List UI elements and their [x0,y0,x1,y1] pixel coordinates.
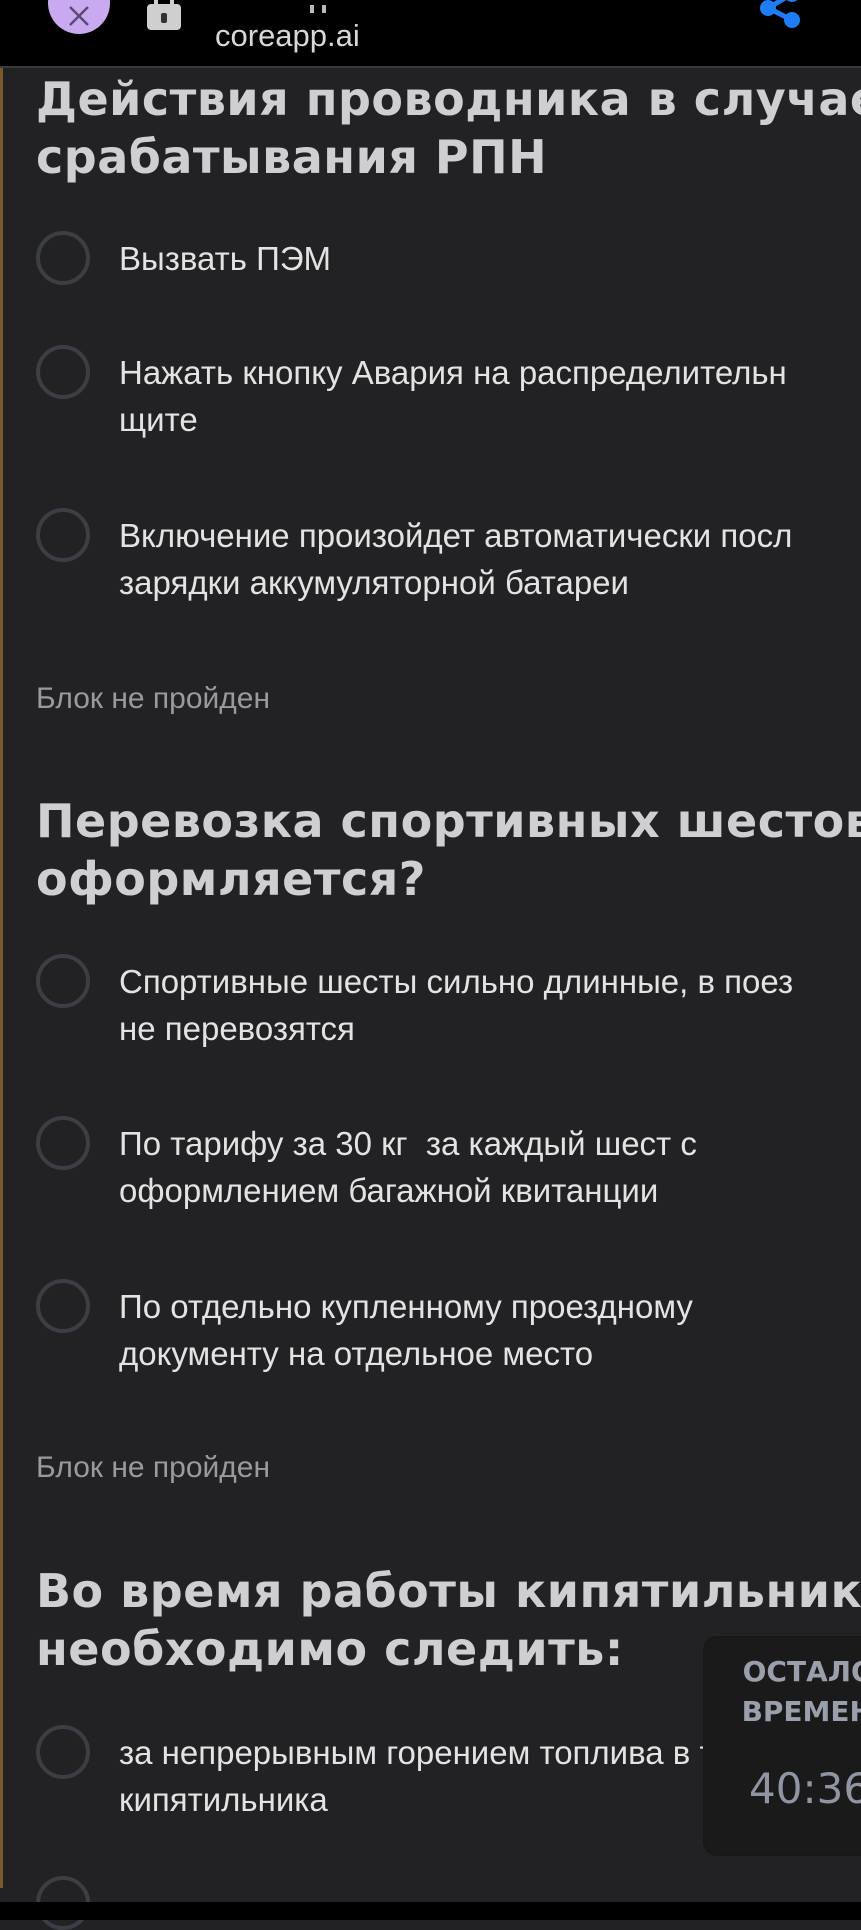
radio-button[interactable] [36,1279,90,1333]
question-title-line: срабатывания РПН [36,130,548,184]
radio-button[interactable] [36,1725,90,1779]
radio-button[interactable] [36,231,90,285]
url-text[interactable]: coreapp.ai [215,18,360,54]
lock-icon [147,0,181,30]
block-status: Блок не пройден [36,1451,271,1484]
close-button[interactable] [48,0,110,34]
browser-toolbar: coreapp.ai [0,0,861,68]
answer-option-text: Вызвать ПЭМ [119,240,332,277]
radio-button[interactable] [36,954,90,1008]
answer-option-text: По отдельно купленному проездному докумен… [119,1288,693,1372]
time-remaining-widget: ОСТАЛОСВРЕМЕНИ 40:36 [703,1636,861,1856]
bottom-bar [0,1902,861,1920]
share-icon[interactable] [756,0,806,34]
answer-option-text: По тарифу за 30 кг за каждый шест с оформ… [119,1125,697,1209]
left-accent-line [0,68,3,1888]
answer-option-text: Нажать кнопку Авария на распределительн щ… [119,354,787,438]
question-title: Действия проводника в случае срабатывани… [36,70,861,186]
url-top-fragment [310,0,340,13]
time-remaining-value: 40:36 [749,1764,861,1813]
question-title-line: оформляется? [36,852,426,906]
question-title-line: Во время работы кипятильника [36,1564,861,1618]
question-title-line: Действия проводника в случае [36,72,861,126]
radio-button[interactable] [36,345,90,399]
question-title-line: Перевозка спортивных шестов [36,794,861,848]
block-status: Блок не пройден [36,682,271,715]
time-remaining-label: ОСТАЛОСВРЕМЕНИ [741,1655,861,1728]
close-icon [69,6,89,26]
answer-option-text: Включение произойдет автоматически посл з… [119,517,793,601]
question-title: Перевозка спортивных шестов оформляется? [36,792,861,908]
answer-option-text: Спортивные шесты сильно длинные, в поез н… [119,963,794,1047]
radio-button[interactable] [36,508,90,562]
radio-button[interactable] [36,1116,90,1170]
